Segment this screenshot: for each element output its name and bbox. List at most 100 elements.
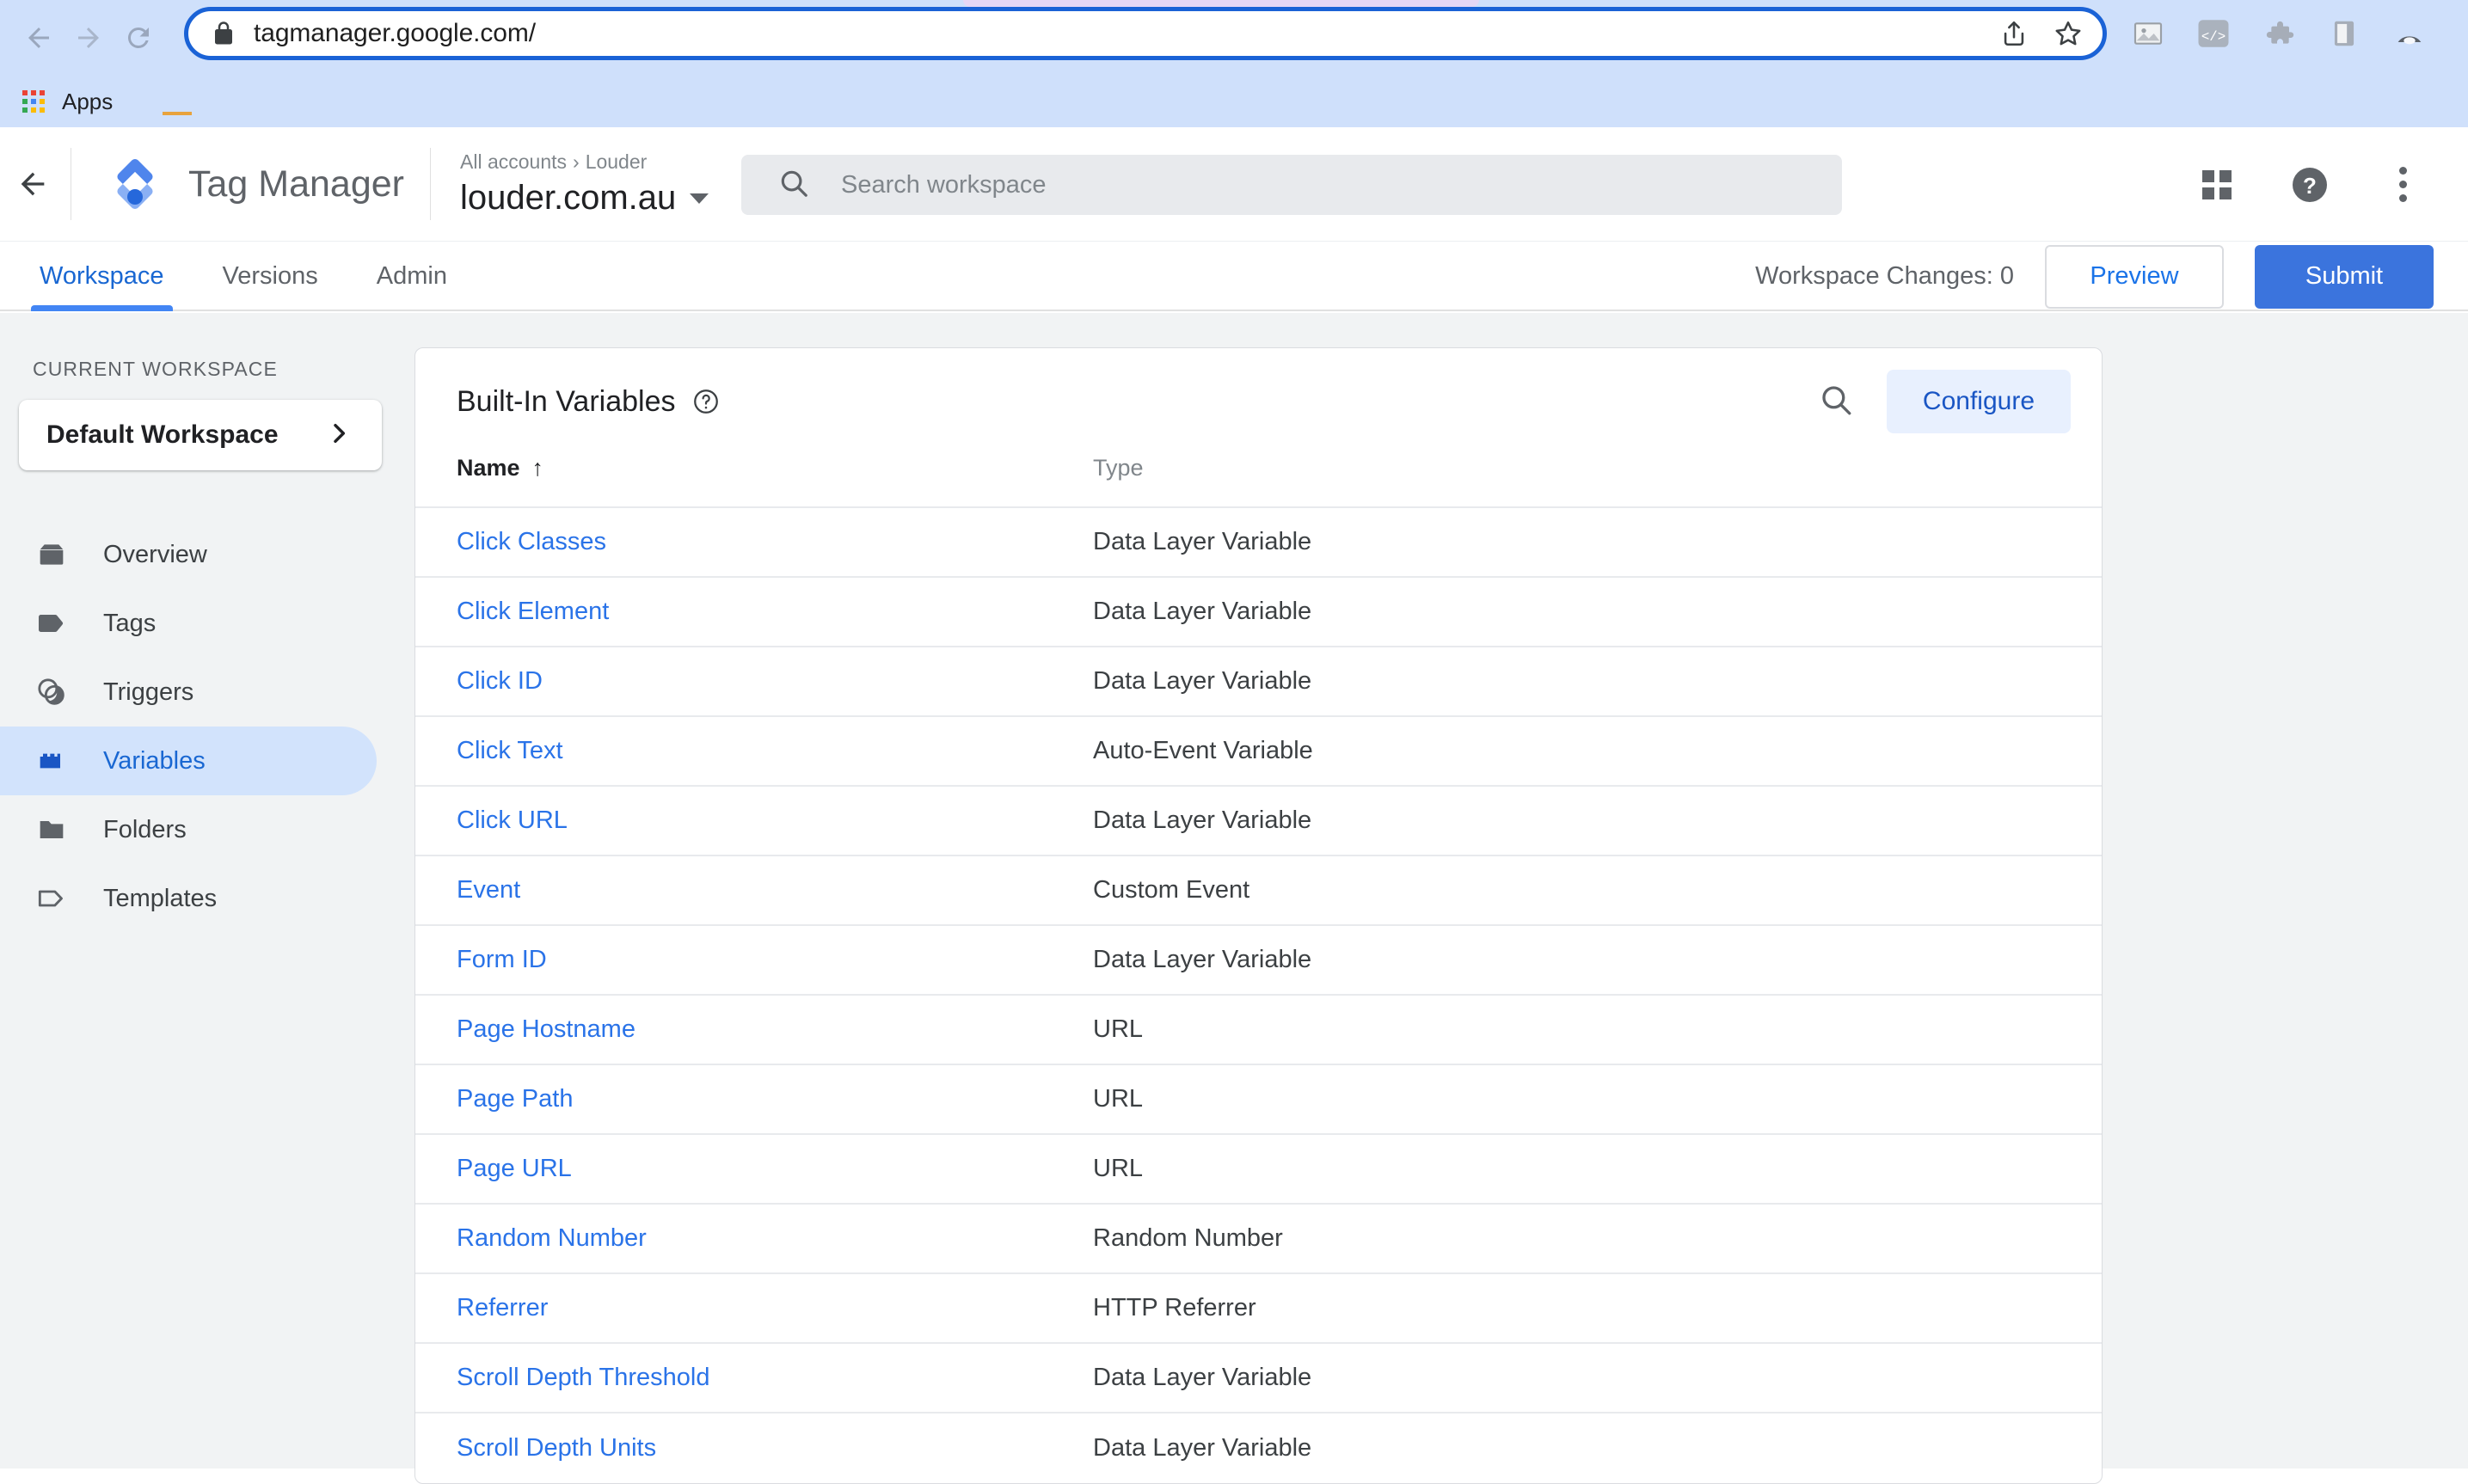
sidebar-item-variables-label: Variables (103, 747, 206, 776)
address-bar[interactable]: tagmanager.google.com/ (184, 7, 2107, 60)
table-row[interactable]: Click ClassesData Layer Variable (415, 508, 2102, 578)
app-header: Tag Manager All accounts›Louder louder.c… (0, 127, 2468, 242)
variable-type: Data Layer Variable (1093, 528, 1311, 556)
card-header-actions: Configure (1818, 370, 2071, 433)
apps-grid-icon[interactable] (22, 90, 45, 113)
table-row[interactable]: Click ElementData Layer Variable (415, 578, 2102, 647)
submit-button[interactable]: Submit (2255, 245, 2434, 309)
table-row[interactable]: Page PathURL (415, 1065, 2102, 1135)
variables-table-body: Click ClassesData Layer Variable Click E… (415, 508, 2102, 1483)
workspace-name: Default Workspace (46, 420, 279, 450)
sidebar-item-variables[interactable]: Variables (0, 727, 377, 795)
variable-name-link[interactable]: Click ID (457, 667, 1093, 696)
variable-type: Data Layer Variable (1093, 598, 1311, 626)
search-input[interactable]: Search workspace (741, 155, 1842, 215)
variable-name-link[interactable]: Click Text (457, 737, 1093, 765)
sidebar: CURRENT WORKSPACE Default Workspace Over… (0, 313, 413, 1469)
lock-icon (211, 21, 236, 46)
address-bar-url: tagmanager.google.com/ (254, 19, 1975, 48)
sidebar-item-triggers[interactable]: Triggers (0, 658, 377, 727)
help-outline-icon[interactable] (691, 387, 721, 416)
sidebar-item-templates-label: Templates (103, 885, 217, 913)
app-back-arrow-icon[interactable] (7, 167, 58, 201)
variable-name-link[interactable]: Click URL (457, 806, 1093, 835)
back-arrow-icon[interactable] (14, 13, 64, 63)
current-workspace-label: CURRENT WORKSPACE (33, 358, 413, 381)
variable-name-link[interactable]: Page Path (457, 1085, 1093, 1113)
sidebar-item-tags-label: Tags (103, 610, 156, 638)
table-row[interactable]: Click TextAuto-Event Variable (415, 717, 2102, 787)
triggers-circles-icon (33, 673, 71, 711)
help-filled-icon[interactable]: ? (2286, 161, 2334, 209)
svg-text:?: ? (2303, 173, 2317, 199)
sidebar-item-folders[interactable]: Folders (0, 795, 377, 864)
variable-type: URL (1093, 1015, 1143, 1044)
table-row[interactable]: Scroll Depth ThresholdData Layer Variabl… (415, 1344, 2102, 1413)
variable-name-link[interactable]: Page Hostname (457, 1015, 1093, 1044)
breadcrumb-account[interactable]: Louder (586, 150, 648, 173)
variable-type: Random Number (1093, 1224, 1283, 1253)
tab-admin-label: Admin (377, 262, 447, 291)
table-row[interactable]: Scroll Depth UnitsData Layer Variable (415, 1413, 2102, 1483)
variable-name-link[interactable]: Referrer (457, 1294, 1093, 1322)
table-row[interactable]: Random NumberRandom Number (415, 1205, 2102, 1274)
search-placeholder: Search workspace (841, 171, 1047, 199)
variable-name-link[interactable]: Random Number (457, 1224, 1093, 1253)
bookmark-placeholder (163, 112, 192, 115)
variable-name-link[interactable]: Form ID (457, 946, 1093, 974)
chrome-menu-icon[interactable] (2456, 15, 2468, 52)
profile-avatar-icon[interactable] (2391, 15, 2428, 52)
tab-workspace[interactable]: Workspace (10, 242, 193, 311)
code-extension-icon[interactable]: </> (2195, 15, 2232, 52)
reload-icon[interactable] (114, 13, 163, 63)
sidebar-item-templates[interactable]: Templates (0, 864, 377, 933)
table-row[interactable]: Page URLURL (415, 1135, 2102, 1205)
variable-type: Data Layer Variable (1093, 1364, 1311, 1392)
sidebar-item-tags[interactable]: Tags (0, 589, 377, 658)
variable-type: Data Layer Variable (1093, 806, 1311, 835)
variable-name-link[interactable]: Click Classes (457, 528, 1093, 556)
variable-type: HTTP Referrer (1093, 1294, 1256, 1322)
chevron-down-icon (690, 193, 709, 204)
column-header-name[interactable]: Name ↑ (457, 455, 1093, 481)
variable-name-link[interactable]: Event (457, 876, 1093, 905)
breadcrumb-all-accounts[interactable]: All accounts (460, 150, 567, 173)
sidebar-item-overview[interactable]: Overview (0, 520, 377, 589)
table-row[interactable]: ReferrerHTTP Referrer (415, 1274, 2102, 1344)
container-selector[interactable]: louder.com.au (460, 179, 709, 218)
forward-arrow-icon[interactable] (64, 13, 114, 63)
table-row[interactable]: Click URLData Layer Variable (415, 787, 2102, 856)
more-vert-icon[interactable] (2379, 161, 2427, 209)
star-icon[interactable] (2053, 18, 2084, 49)
tab-versions[interactable]: Versions (193, 242, 347, 311)
submit-button-label: Submit (2305, 262, 2383, 291)
bookmark-apps-label[interactable]: Apps (62, 89, 113, 115)
puzzle-extension-icon[interactable] (2260, 15, 2298, 52)
column-header-type[interactable]: Type (1093, 455, 1144, 481)
variable-name-link[interactable]: Click Element (457, 598, 1093, 626)
search-icon (777, 167, 810, 204)
variable-name-link[interactable]: Scroll Depth Units (457, 1434, 1093, 1463)
folder-filled-icon (33, 811, 71, 849)
header-divider-2 (430, 148, 431, 220)
workspace-selector[interactable]: Default Workspace (19, 400, 382, 470)
configure-button[interactable]: Configure (1887, 370, 2071, 433)
overview-box-icon (33, 536, 71, 573)
google-apps-grid-icon[interactable] (2193, 161, 2241, 209)
table-row[interactable]: Page HostnameURL (415, 996, 2102, 1065)
table-row[interactable]: Click IDData Layer Variable (415, 647, 2102, 717)
variable-type: URL (1093, 1085, 1143, 1113)
built-in-variables-card: Built-In Variables Configure Name ↑ Type (414, 347, 2103, 1484)
tab-admin[interactable]: Admin (347, 242, 476, 311)
table-row[interactable]: EventCustom Event (415, 856, 2102, 926)
variable-name-link[interactable]: Page URL (457, 1155, 1093, 1183)
image-extension-icon[interactable] (2129, 15, 2167, 52)
search-icon[interactable] (1818, 382, 1854, 422)
table-row[interactable]: Form IDData Layer Variable (415, 926, 2102, 996)
sidepanel-icon[interactable] (2325, 15, 2363, 52)
tag-manager-logo-icon (107, 156, 163, 212)
share-icon[interactable] (1999, 19, 2029, 48)
variable-name-link[interactable]: Scroll Depth Threshold (457, 1364, 1093, 1392)
breadcrumb: All accounts›Louder (460, 150, 709, 174)
preview-button[interactable]: Preview (2045, 245, 2224, 309)
